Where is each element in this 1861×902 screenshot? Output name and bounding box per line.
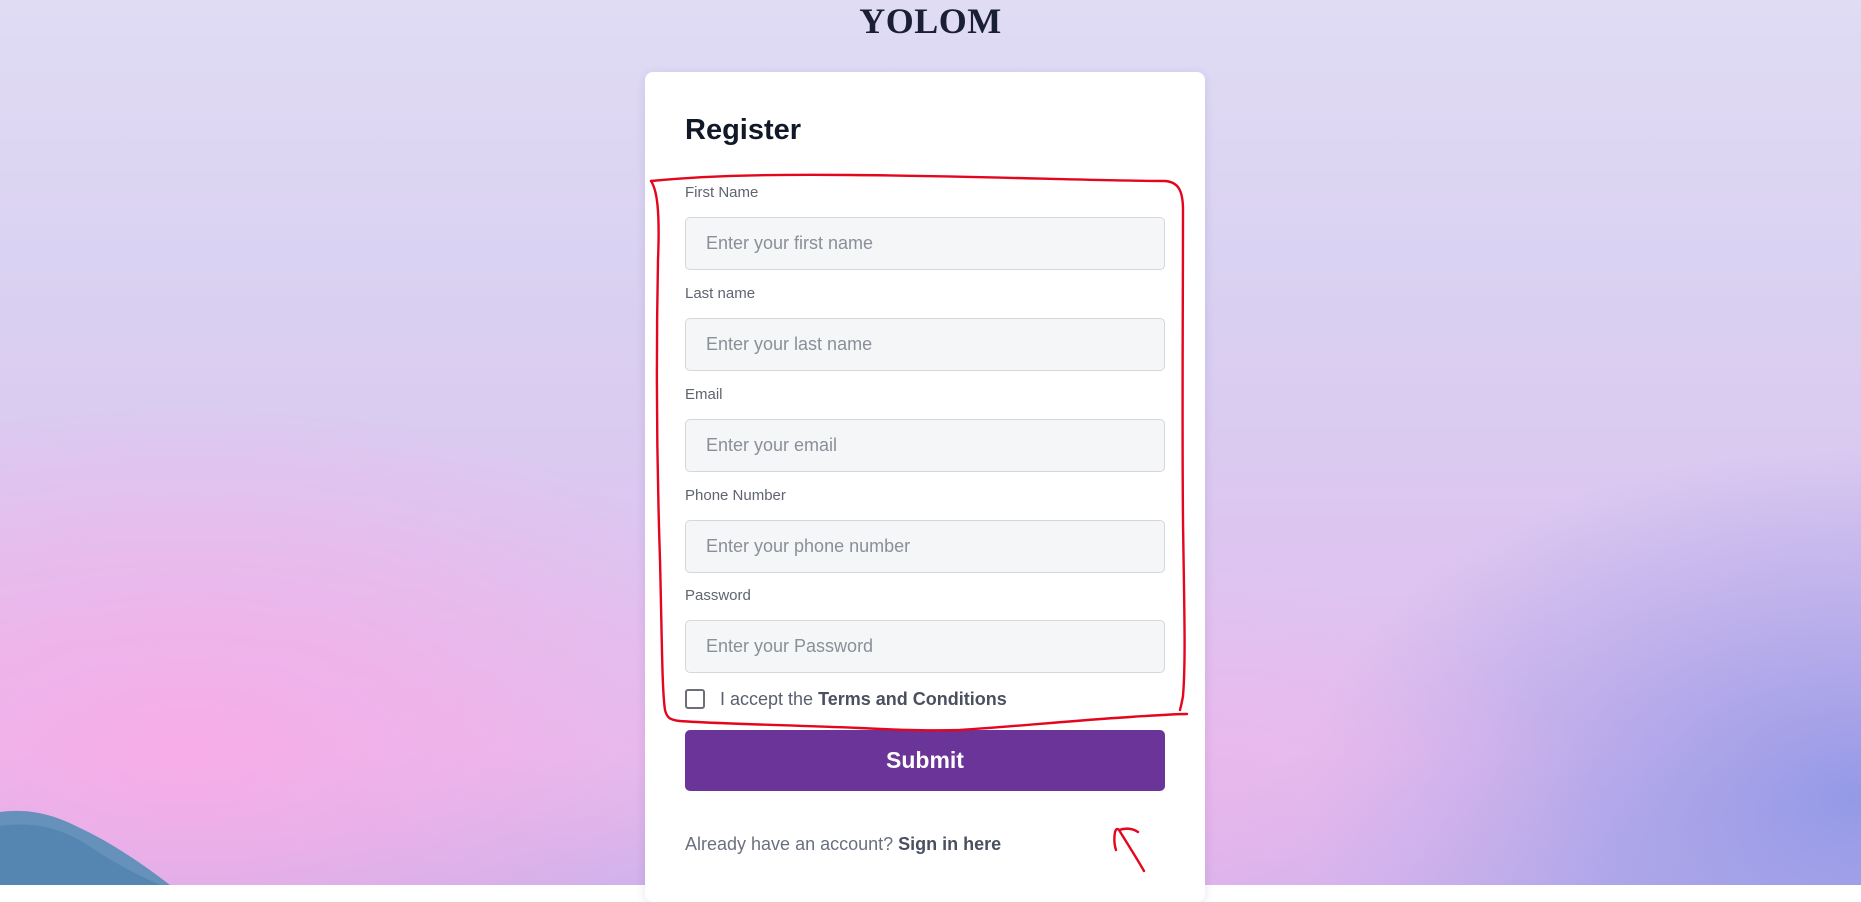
first-name-input[interactable] — [685, 217, 1165, 270]
phone-number-label: Phone Number — [685, 487, 786, 504]
first-name-label: First Name — [685, 184, 759, 201]
signin-link[interactable]: Sign in here — [898, 834, 1001, 854]
last-name-input[interactable] — [685, 318, 1165, 371]
terms-checkbox[interactable] — [685, 689, 705, 709]
password-input[interactable] — [685, 620, 1165, 673]
terms-link[interactable]: Terms and Conditions — [818, 689, 1007, 709]
email-label: Email — [685, 386, 723, 403]
terms-prefix: I accept the — [720, 689, 819, 709]
signin-text: Already have an account? Sign in here — [685, 833, 1001, 855]
register-card: Register First Name Last name Email Phon… — [645, 72, 1205, 902]
phone-number-input[interactable] — [685, 520, 1165, 573]
password-label: Password — [685, 587, 751, 604]
signin-prefix: Already have an account? — [685, 834, 899, 854]
last-name-label: Last name — [685, 285, 756, 302]
submit-button[interactable]: Submit — [685, 730, 1165, 791]
email-input[interactable] — [685, 419, 1165, 472]
terms-text: I accept the Terms and Conditions — [720, 688, 1007, 710]
page-title: Register — [685, 114, 802, 146]
brand-logo: YOLOM — [859, 1, 1002, 41]
